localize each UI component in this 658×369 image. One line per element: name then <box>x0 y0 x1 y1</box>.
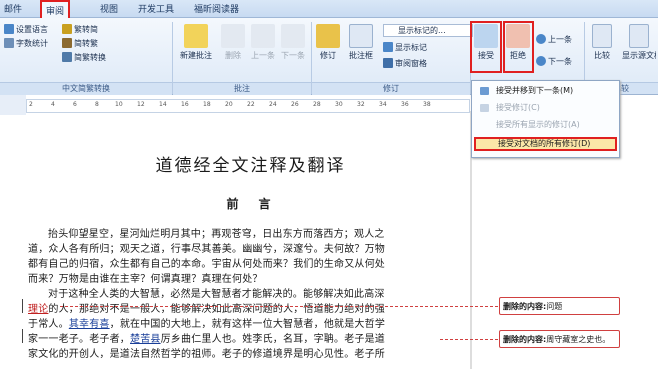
ruler-tick: 24 <box>269 101 277 108</box>
ruler-tick: 30 <box>335 101 343 108</box>
ruler-corner <box>0 95 26 115</box>
track-changes-icon <box>316 24 340 48</box>
convert-icon <box>62 52 72 62</box>
previous-comment-button[interactable]: 上一条 <box>250 24 276 61</box>
comment-connector <box>440 339 498 340</box>
new-comment-icon <box>184 24 208 48</box>
change-bar <box>22 329 23 343</box>
balloons-button[interactable]: 批注框 <box>344 24 378 61</box>
comment-balloon[interactable]: 删除的内容:周守藏室之史也。 <box>499 330 620 348</box>
comment-text: 周守藏室之史也。 <box>546 335 611 344</box>
tab-review[interactable]: 审阅 <box>40 0 71 19</box>
comment-balloon[interactable]: 删除的内容:问题 <box>499 297 620 315</box>
simplified-to-traditional-button[interactable]: 简转繁 <box>62 38 98 49</box>
set-language-button[interactable]: 设置语言 <box>4 24 48 35</box>
delete-comment-icon <box>221 24 245 48</box>
paragraph-line: 家一一老子。老子者，楚苦县厉乡曲仁里人也。姓李氏，名耳，字聃。老子是道 <box>28 334 386 345</box>
reviewing-pane-icon <box>383 58 393 68</box>
chinese-convert-button[interactable]: 简繁转换 <box>62 52 106 63</box>
ribbon-tab-bar: 邮件 审阅 视图 开发工具 福昕阅读器 <box>0 0 658 19</box>
ruler-tick: 4 <box>51 101 55 108</box>
horizontal-ruler[interactable]: 2 4 6 8 10 12 14 16 18 20 22 24 26 28 30… <box>26 99 470 113</box>
document-title: 道德经全文注释及翻译 <box>155 156 346 176</box>
compare-icon <box>592 24 612 48</box>
ruler-tick: 18 <box>203 101 211 108</box>
ruler-tick: 2 <box>29 101 33 108</box>
comment-connector <box>60 306 498 307</box>
ruler-tick: 20 <box>225 101 233 108</box>
inserted-text[interactable]: 其幸有喜 <box>69 319 110 330</box>
tab-developer[interactable]: 开发工具 <box>138 2 174 15</box>
tab-view[interactable]: 视图 <box>100 2 118 15</box>
paragraph-line: 道，众人各有所归；观天之道，行事尽其善美。幽幽兮，深邃兮。夫何故？万物 <box>28 244 385 255</box>
next-comment-icon <box>281 24 305 48</box>
menu-item-accept-and-move-next[interactable]: 接受并移到下一条(M) <box>474 84 617 98</box>
show-markup-icon <box>383 42 393 52</box>
ruler-tick: 36 <box>401 101 409 108</box>
paragraph-line: 都有自己的归宿，众生都有自己的本命。宇宙从何处而来？我们的生命又从何处 <box>28 259 385 270</box>
previous-change-icon <box>536 34 546 44</box>
globe-icon <box>4 24 14 34</box>
previous-comment-icon <box>251 24 275 48</box>
show-source-button[interactable]: 显示源文档 <box>622 24 656 61</box>
next-comment-button[interactable]: 下一条 <box>280 24 306 61</box>
tab-foxit-reader[interactable]: 福昕阅读器 <box>194 2 239 15</box>
show-markup-button[interactable]: 显示标记 <box>383 42 427 53</box>
traditional-to-simplified-button[interactable]: 繁转简 <box>62 24 98 35</box>
previous-change-button[interactable]: 上一条 <box>536 34 572 45</box>
next-change-button[interactable]: 下一条 <box>536 56 572 67</box>
paragraph-line: 理论的人，那绝对不是一般人，能够解决如此高深问题的人，悟道能力绝对的强 <box>28 304 386 315</box>
deleted-text[interactable]: 理论 <box>28 304 48 315</box>
ruler-tick: 32 <box>357 101 365 108</box>
preface-heading: 前 言 <box>226 197 275 211</box>
simplify-icon <box>62 24 72 34</box>
group-label-chinese: 中文简繁转换 <box>0 82 172 95</box>
paragraph-line: 对于这种全人类的大智慧，必然是大智慧者才能解决的。能够解决如此高深 <box>48 289 385 300</box>
menu-item-accept-change[interactable]: 接受修订(C) <box>474 101 617 115</box>
ruler-tick: 10 <box>115 101 123 108</box>
word-count-icon <box>4 38 14 48</box>
word-count-button[interactable]: 字数统计 <box>4 38 48 49</box>
ruler-tick: 12 <box>137 101 145 108</box>
inserted-text[interactable]: 楚苦县 <box>130 334 161 345</box>
ruler-tick: 38 <box>423 101 431 108</box>
ruler-tick: 6 <box>73 101 77 108</box>
menu-item-accept-all-changes[interactable]: 接受对文档的所有修订(D) <box>474 137 617 151</box>
delete-comment-button[interactable]: 删除 <box>218 24 248 61</box>
tab-mailings[interactable]: 邮件 <box>4 2 22 15</box>
show-source-icon <box>629 24 649 48</box>
paragraph-line: 于常人。其幸有喜，就在中国的大地上，就有这样一位大智慧者，他就是大哲学 <box>28 319 386 330</box>
ruler-tick: 14 <box>159 101 167 108</box>
reject-button-highlight <box>503 21 534 73</box>
compare-button[interactable]: 比较 <box>588 24 616 61</box>
paragraph-line: 家文化的开创人，是道法自然哲学的祖师。老子的修道境界是明心见性。老子所 <box>28 349 385 360</box>
paragraph-line: 抬头仰望星空，星河灿烂明月其中；再观苍穹，日出东方而落西方；观人之 <box>48 229 385 240</box>
display-for-review-dropdown[interactable]: 显示标记的... <box>383 24 473 37</box>
new-comment-button[interactable]: 新建批注 <box>176 24 216 61</box>
next-change-icon <box>536 56 546 66</box>
accept-check-icon <box>480 87 489 95</box>
ruler-tick: 34 <box>379 101 387 108</box>
ruler-tick: 22 <box>247 101 255 108</box>
comment-text: 问题 <box>546 302 563 311</box>
balloons-icon <box>349 24 373 48</box>
accept-check-icon <box>480 104 489 112</box>
traditionalize-icon <box>62 38 72 48</box>
group-label-tracking: 修订 <box>312 82 470 95</box>
ruler-tick: 16 <box>181 101 189 108</box>
accept-button-highlight <box>470 21 502 73</box>
group-label-comments: 批注 <box>173 82 311 95</box>
comment-label: 删除的内容: <box>503 335 547 344</box>
accept-dropdown-menu: 接受并移到下一条(M) 接受修订(C) 接受所有显示的修订(A) 接受对文档的所… <box>471 80 620 158</box>
comment-label: 删除的内容: <box>503 302 547 311</box>
document-page[interactable]: 道德经全文注释及翻译 前 言 抬头仰望星空，星河灿烂明月其中；再观苍穹，日出东方… <box>22 113 473 369</box>
reviewing-pane-button[interactable]: 审阅窗格 <box>383 58 427 69</box>
paragraph-line: 而来？万物是由谁在主宰？何谓真理？真理在何处？ <box>28 274 263 285</box>
ruler-tick: 8 <box>95 101 99 108</box>
menu-item-accept-all-shown[interactable]: 接受所有显示的修订(A) <box>474 118 617 132</box>
ruler-tick: 26 <box>291 101 299 108</box>
track-changes-button[interactable]: 修订 <box>314 24 342 61</box>
ruler-tick: 28 <box>313 101 321 108</box>
change-bar <box>22 299 23 313</box>
